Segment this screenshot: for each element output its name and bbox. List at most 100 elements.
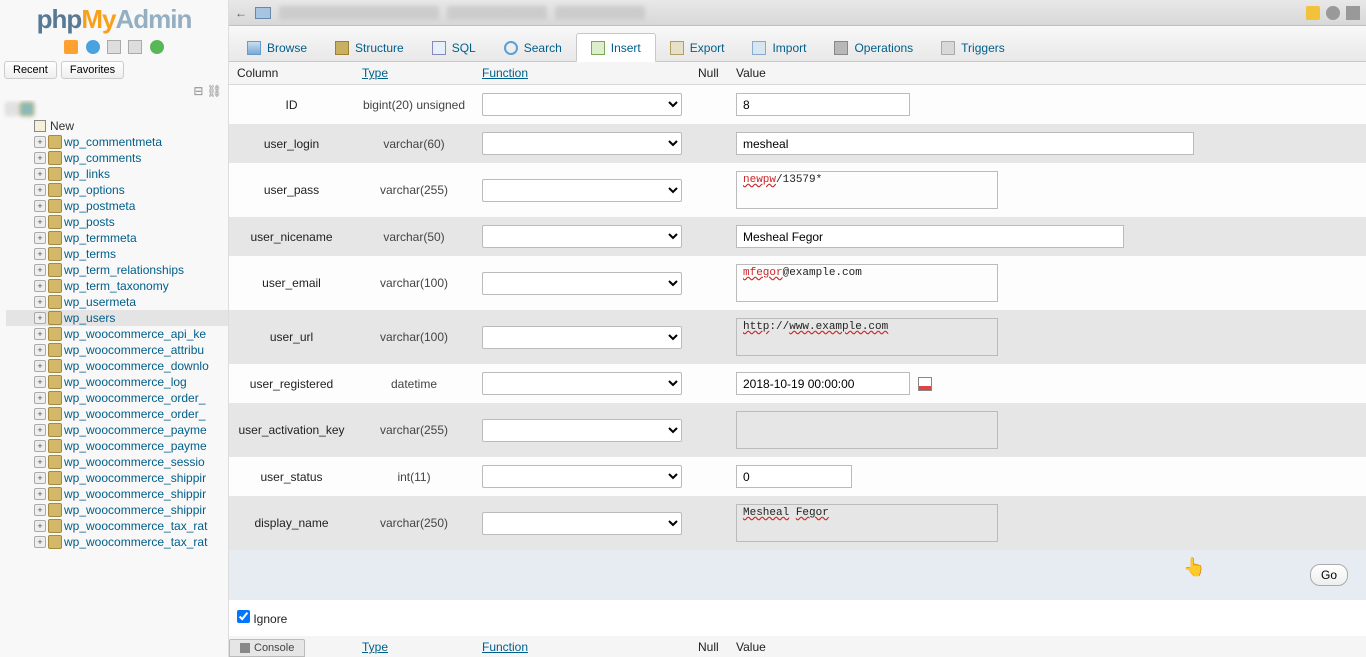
value-textarea-display_name[interactable]: Mesheal Fegor xyxy=(736,504,998,542)
docs-icon[interactable] xyxy=(107,40,121,54)
tree-table-row[interactable]: +wp_woocommerce_tax_rat xyxy=(6,518,228,534)
expand-icon[interactable]: + xyxy=(34,216,46,228)
expand-icon[interactable]: + xyxy=(34,200,46,212)
to-top-icon[interactable] xyxy=(1346,6,1360,20)
tree-table-row[interactable]: +wp_woocommerce_payme xyxy=(6,438,228,454)
tab-insert[interactable]: Insert xyxy=(576,33,656,62)
tree-table-row[interactable]: +wp_options xyxy=(6,182,228,198)
tree-new-table[interactable]: New xyxy=(6,118,228,134)
header-function[interactable]: Function xyxy=(474,62,690,85)
value-textarea-user_email[interactable]: mfegor@example.com xyxy=(736,264,998,302)
function-select-user_login[interactable] xyxy=(482,132,682,155)
expand-icon[interactable]: + xyxy=(34,472,46,484)
expand-icon[interactable]: + xyxy=(34,536,46,548)
function-select-user_url[interactable] xyxy=(482,326,682,349)
expand-icon[interactable]: + xyxy=(34,440,46,452)
calendar-icon[interactable] xyxy=(918,377,932,391)
tree-table-row[interactable]: +wp_woocommerce_attribu xyxy=(6,342,228,358)
tree-table-row[interactable]: +wp_woocommerce_shippir xyxy=(6,502,228,518)
function-select-user_status[interactable] xyxy=(482,465,682,488)
database-tree[interactable]: −db New +wp_commentmeta+wp_comments+wp_l… xyxy=(0,100,228,657)
tree-table-row[interactable]: +wp_terms xyxy=(6,246,228,262)
expand-icon[interactable]: + xyxy=(34,456,46,468)
expand-icon[interactable]: + xyxy=(34,408,46,420)
tab-search[interactable]: Search xyxy=(490,34,576,61)
tree-database-node[interactable]: −db xyxy=(6,100,228,118)
expand-icon[interactable]: + xyxy=(34,376,46,388)
expand-icon[interactable]: + xyxy=(34,328,46,340)
breadcrumb-table[interactable] xyxy=(555,6,645,20)
function-select-ID[interactable] xyxy=(482,93,682,116)
tree-table-row[interactable]: +wp_woocommerce_shippir xyxy=(6,486,228,502)
tab-structure[interactable]: Structure xyxy=(321,34,418,61)
header-function[interactable]: Function xyxy=(474,636,690,657)
logo[interactable]: phpMyAdmin xyxy=(0,0,228,37)
expand-icon[interactable]: + xyxy=(34,168,46,180)
tree-table-row[interactable]: +wp_term_taxonomy xyxy=(6,278,228,294)
header-type[interactable]: Type xyxy=(354,62,474,85)
recent-button[interactable]: Recent xyxy=(4,61,57,79)
expand-icon[interactable]: + xyxy=(34,520,46,532)
function-select-user_email[interactable] xyxy=(482,272,682,295)
breadcrumb-server[interactable] xyxy=(279,6,439,20)
tab-operations[interactable]: Operations xyxy=(820,34,927,61)
tree-table-row[interactable]: +wp_commentmeta xyxy=(6,134,228,150)
function-select-user_registered[interactable] xyxy=(482,372,682,395)
tree-table-row[interactable]: +wp_postmeta xyxy=(6,198,228,214)
function-select-user_nicename[interactable] xyxy=(482,225,682,248)
tree-table-row[interactable]: +wp_woocommerce_downlo xyxy=(6,358,228,374)
expand-icon[interactable]: + xyxy=(34,232,46,244)
expand-icon[interactable]: + xyxy=(34,264,46,276)
expand-icon[interactable]: + xyxy=(34,504,46,516)
tree-table-row[interactable]: +wp_termmeta xyxy=(6,230,228,246)
tree-table-row[interactable]: +wp_woocommerce_shippir xyxy=(6,470,228,486)
tree-table-row[interactable]: +wp_woocommerce_order_ xyxy=(6,390,228,406)
breadcrumb-db[interactable] xyxy=(447,6,547,20)
expand-icon[interactable]: + xyxy=(34,392,46,404)
value-input-user_status[interactable] xyxy=(736,465,852,488)
value-input-user_nicename[interactable] xyxy=(736,225,1124,248)
reload-icon[interactable] xyxy=(150,40,164,54)
function-select-display_name[interactable] xyxy=(482,512,682,535)
server-icon[interactable] xyxy=(255,7,271,19)
value-textarea-user_activation_key[interactable] xyxy=(736,411,998,449)
tree-table-row[interactable]: +wp_comments xyxy=(6,150,228,166)
logout-icon[interactable] xyxy=(86,40,100,54)
tree-table-row[interactable]: +wp_woocommerce_tax_rat xyxy=(6,534,228,550)
tree-table-row[interactable]: +wp_woocommerce_order_ xyxy=(6,406,228,422)
expand-icon[interactable]: + xyxy=(34,312,46,324)
tree-table-row[interactable]: +wp_users xyxy=(6,310,228,326)
tab-browse[interactable]: Browse xyxy=(233,34,321,61)
tree-table-row[interactable]: +wp_term_relationships xyxy=(6,262,228,278)
tree-table-row[interactable]: +wp_links xyxy=(6,166,228,182)
function-select-user_activation_key[interactable] xyxy=(482,419,682,442)
ignore-checkbox-label[interactable]: Ignore xyxy=(237,612,287,626)
tree-table-row[interactable]: +wp_woocommerce_payme xyxy=(6,422,228,438)
favorites-button[interactable]: Favorites xyxy=(61,61,124,79)
tree-table-row[interactable]: +wp_woocommerce_sessio xyxy=(6,454,228,470)
lock-icon[interactable] xyxy=(1306,6,1320,20)
tree-table-row[interactable]: +wp_woocommerce_log xyxy=(6,374,228,390)
collapse-all-icon[interactable]: ⊟ xyxy=(193,84,203,98)
page-settings-icon[interactable] xyxy=(1326,6,1340,20)
tree-table-row[interactable]: +wp_usermeta xyxy=(6,294,228,310)
expand-icon[interactable]: + xyxy=(34,344,46,356)
collapse-nav-icon[interactable]: ← xyxy=(235,6,247,20)
expand-icon[interactable]: + xyxy=(34,184,46,196)
tab-import[interactable]: Import xyxy=(738,34,820,61)
value-input-ID[interactable] xyxy=(736,93,910,116)
expand-icon[interactable]: + xyxy=(34,296,46,308)
ignore-checkbox[interactable] xyxy=(237,610,250,623)
link-icon[interactable]: ⛓ xyxy=(207,84,222,98)
expand-icon[interactable]: + xyxy=(34,424,46,436)
expand-icon[interactable]: + xyxy=(34,360,46,372)
value-input-user_login[interactable] xyxy=(736,132,1194,155)
function-select-user_pass[interactable] xyxy=(482,179,682,202)
header-type[interactable]: Type xyxy=(354,636,474,657)
tree-table-row[interactable]: +wp_posts xyxy=(6,214,228,230)
value-input-user_registered[interactable] xyxy=(736,372,910,395)
value-textarea-user_pass[interactable]: newpw/13579* xyxy=(736,171,998,209)
tab-export[interactable]: Export xyxy=(656,34,739,61)
expand-icon[interactable]: + xyxy=(34,248,46,260)
expand-icon[interactable]: + xyxy=(34,136,46,148)
